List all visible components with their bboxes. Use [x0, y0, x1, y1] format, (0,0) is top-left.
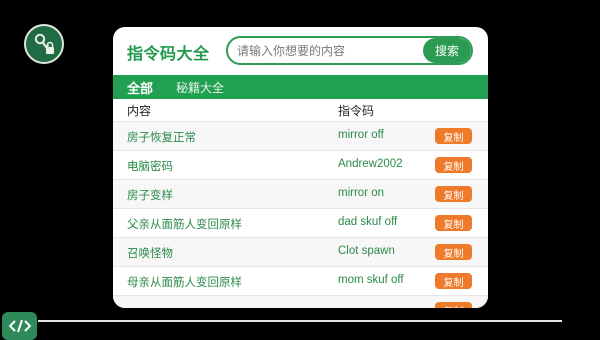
- row-name: 房子变样: [127, 188, 173, 202]
- tab-secrets[interactable]: 秘籍大全: [176, 79, 224, 96]
- key-lock-button[interactable]: [24, 24, 64, 64]
- search-box: 搜索: [226, 36, 473, 65]
- code-list: 房子恢复正常 mirror off 复制 电脑密码 Andrew2002 复制 …: [113, 121, 488, 308]
- row-name: 房子恢复正常: [127, 130, 196, 144]
- row-code: Andrew2002: [338, 158, 403, 170]
- category-tabs: 全部 秘籍大全: [113, 75, 488, 99]
- panel-header: 指令码大全 搜索: [113, 27, 488, 75]
- table-row: 复制: [113, 295, 488, 308]
- row-name: 电脑密码: [127, 159, 173, 173]
- copy-button[interactable]: 复制: [435, 302, 472, 308]
- copy-button[interactable]: 复制: [435, 128, 472, 144]
- copy-button[interactable]: 复制: [435, 157, 472, 173]
- code-toggle-button[interactable]: [2, 312, 37, 340]
- column-header-code: 指令码: [338, 104, 375, 118]
- key-lock-icon: [34, 33, 54, 54]
- row-name: 召唤怪物: [127, 246, 173, 260]
- copy-button[interactable]: 复制: [435, 273, 472, 289]
- search-button[interactable]: 搜索: [423, 38, 471, 63]
- row-code: mirror on: [338, 187, 385, 199]
- row-code: Clot spawn: [338, 245, 395, 257]
- progress-track: [38, 320, 562, 322]
- copy-button[interactable]: 复制: [435, 186, 472, 202]
- row-name: 母亲从面筋人变回原样: [127, 275, 242, 289]
- code-brackets-icon: [8, 319, 31, 333]
- table-row: 电脑密码 Andrew2002 复制: [113, 150, 488, 179]
- copy-button[interactable]: 复制: [435, 215, 472, 231]
- table-header: 内容 指令码: [113, 99, 488, 121]
- row-code: mom skuf off: [338, 274, 404, 286]
- table-row: 房子恢复正常 mirror off 复制: [113, 121, 488, 150]
- row-name: 父亲从面筋人变回原样: [127, 217, 242, 231]
- table-row: 母亲从面筋人变回原样 mom skuf off 复制: [113, 266, 488, 295]
- table-row: 召唤怪物 Clot spawn 复制: [113, 237, 488, 266]
- column-header-content: 内容: [127, 104, 152, 118]
- table-row: 父亲从面筋人变回原样 dad skuf off 复制: [113, 208, 488, 237]
- row-code: mirror off: [338, 129, 384, 141]
- app-logo: 指令码大全: [127, 44, 210, 63]
- table-row: 房子变样 mirror on 复制: [113, 179, 488, 208]
- row-code: dad skuf off: [338, 216, 398, 228]
- search-input[interactable]: [228, 38, 427, 63]
- cheat-code-panel: 指令码大全 搜索 全部 秘籍大全 内容 指令码 房子恢复正常 mirror of…: [113, 27, 488, 308]
- copy-button[interactable]: 复制: [435, 244, 472, 260]
- tab-all[interactable]: 全部: [127, 78, 153, 97]
